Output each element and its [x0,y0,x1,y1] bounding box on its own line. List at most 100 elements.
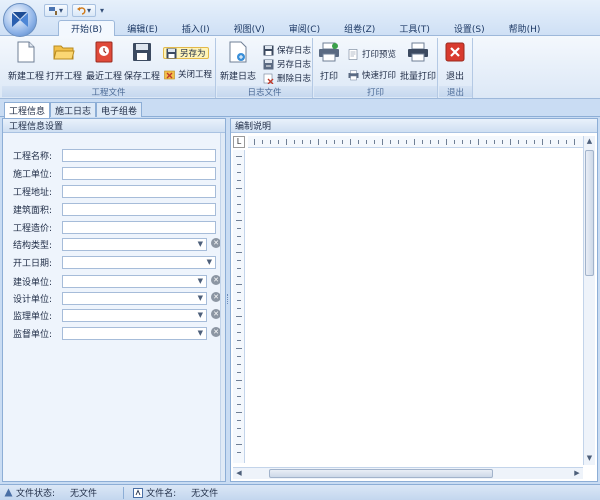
print-preview-button[interactable]: 打印预览 [348,48,396,60]
tab-view[interactable]: 视图(V) [222,20,277,36]
rich-text-editor[interactable] [246,150,582,464]
app-menu-button[interactable] [3,3,37,37]
field-row-design-unit: 设计单位: ▼ ✕ [13,291,223,305]
ruler-tick [574,139,575,145]
ruler-tick [454,140,455,144]
tab-help[interactable]: 帮助(H) [497,20,553,36]
app-logo-icon [12,12,28,27]
exit-button[interactable]: 退出 [444,40,466,86]
ruler-tick [237,180,241,181]
ruler-tick [237,332,241,333]
structure-type-label: 结构类型: [13,240,53,251]
left-panel-scrollbar[interactable] [220,133,225,481]
chevron-down-icon: ▼ [197,293,203,302]
tab-settings[interactable]: 设置(S) [442,20,497,36]
close-project-button[interactable]: 关闭工程 [164,68,212,80]
save-project-button[interactable]: 保存工程 [124,40,160,86]
ruler-tick [406,140,407,144]
ruler-tick [390,140,391,144]
ruler-tick [237,204,241,205]
structure-type-select[interactable]: ▼ [62,237,207,251]
vertical-ruler[interactable] [233,150,245,463]
scroll-left-icon[interactable]: ◀ [234,468,244,479]
ribbon-group-exit: 退出 退出 [439,38,473,98]
quick-print-label: 快速打印 [362,71,397,81]
project-name-input[interactable] [62,148,216,162]
project-name-label: 工程名称: [13,151,53,162]
ruler-tick [422,140,423,144]
ruler-tick [237,260,241,261]
new-project-button[interactable]: 新建工程 [8,40,44,86]
ruler-tick [374,140,375,144]
project-info-form: 工程名称: 施工单位: 工程地址: 建筑面积: 工程造价: 结构类型: ▼ ✕ … [3,133,221,481]
doc-tab-electronic-archive[interactable]: 电子组卷 [96,102,143,117]
ribbon-group-print: 打印 打印预览 快速打印 批量打印 打印 [314,38,438,98]
oversight-unit-select[interactable]: ▼ [62,326,207,340]
ruler-tick [237,340,241,341]
print-preview-icon [348,48,358,60]
status-bar: 文件状态: 无文件 文件名: 无文件 [0,484,600,500]
tab-insert[interactable]: 插入(I) [170,20,222,36]
editor-horizontal-scrollbar[interactable]: ◀ ▶ [233,467,583,479]
tab-home[interactable]: 开始(B) [58,20,116,36]
batch-print-button[interactable]: 批量打印 [400,40,436,86]
ruler-tick [486,140,487,144]
ruler-tick [236,252,242,253]
building-area-input[interactable] [62,202,216,216]
doc-tab-project-info[interactable]: 工程信息 [4,102,51,118]
design-unit-select[interactable]: ▼ [62,291,207,305]
chevron-down-icon: ▼ [197,276,203,285]
tab-stop-selector[interactable]: L [233,136,245,148]
developer-unit-select[interactable]: ▼ [62,274,207,288]
editor-vertical-scrollbar[interactable]: ▲ ▼ [583,136,595,465]
tab-edit[interactable]: 编辑(E) [115,20,170,36]
new-log-button[interactable]: 新建日志 [220,40,256,86]
qat-format-button[interactable]: ▾ [44,3,68,17]
construction-unit-label: 施工单位: [13,169,53,180]
delete-log-button[interactable]: 删除日志 [263,72,311,84]
supervision-unit-select[interactable]: ▼ [62,308,207,322]
horizontal-ruler[interactable] [248,136,584,148]
ruler-tick [237,428,241,429]
file-name-label: 文件名: [146,489,177,499]
save-disk-icon [133,43,151,61]
ruler-tick [236,316,242,317]
save-log-as-button[interactable]: 另存日志 [263,58,311,70]
scroll-down-icon[interactable]: ▼ [584,454,595,464]
ruler-tick [342,140,343,144]
document-icon [133,487,144,498]
save-as-button[interactable]: 另存为 [163,47,209,59]
ruler-tick [237,452,241,453]
open-project-button[interactable]: 打开工程 [46,40,82,86]
recent-project-button[interactable]: 最近工程 [86,40,122,86]
document-tabs: 工程信息 施工日志 电子组卷 [0,100,600,118]
ruler-tick [237,276,241,277]
tab-assemble[interactable]: 组卷(Z) [332,20,387,36]
save-log-button[interactable]: 保存日志 [263,44,311,56]
vertical-scroll-thumb[interactable] [585,150,594,276]
tab-tools[interactable]: 工具(T) [387,20,442,36]
ribbon: 新建工程 打开工程 最近工程 保存工程 另存为 关闭工程 工程文件 新建日志 保… [0,36,600,99]
ruler-tick [237,300,241,301]
scroll-right-icon[interactable]: ▶ [572,468,582,479]
title-bar: ▾ ▾ ▾ 开始(B) 编辑(E) 插入(I) 视图(V) 审阅(C) 组卷(Z… [0,0,600,37]
qat-undo-button[interactable]: ▾ [72,3,96,17]
print-button[interactable]: 打印 [318,40,340,86]
construction-unit-input[interactable] [62,166,216,180]
ruler-tick [526,140,527,144]
scroll-up-icon[interactable]: ▲ [584,137,595,147]
start-date-picker[interactable]: ▼ [62,255,216,269]
ruler-tick [237,172,241,173]
horizontal-scroll-thumb[interactable] [269,469,493,478]
ruler-tick [318,139,319,145]
quick-print-button[interactable]: 快速打印 [348,69,396,81]
file-status-value: 无文件 [70,489,98,499]
doc-tab-construction-log[interactable]: 施工日志 [50,102,97,117]
qat-customize-button[interactable]: ▾ [100,6,104,15]
tab-review[interactable]: 审阅(C) [277,20,332,36]
project-address-input[interactable] [62,184,216,198]
project-cost-input[interactable] [62,220,216,234]
info-icon [4,488,13,497]
field-row-project-name: 工程名称: [13,148,216,162]
delete-log-icon [263,73,274,84]
